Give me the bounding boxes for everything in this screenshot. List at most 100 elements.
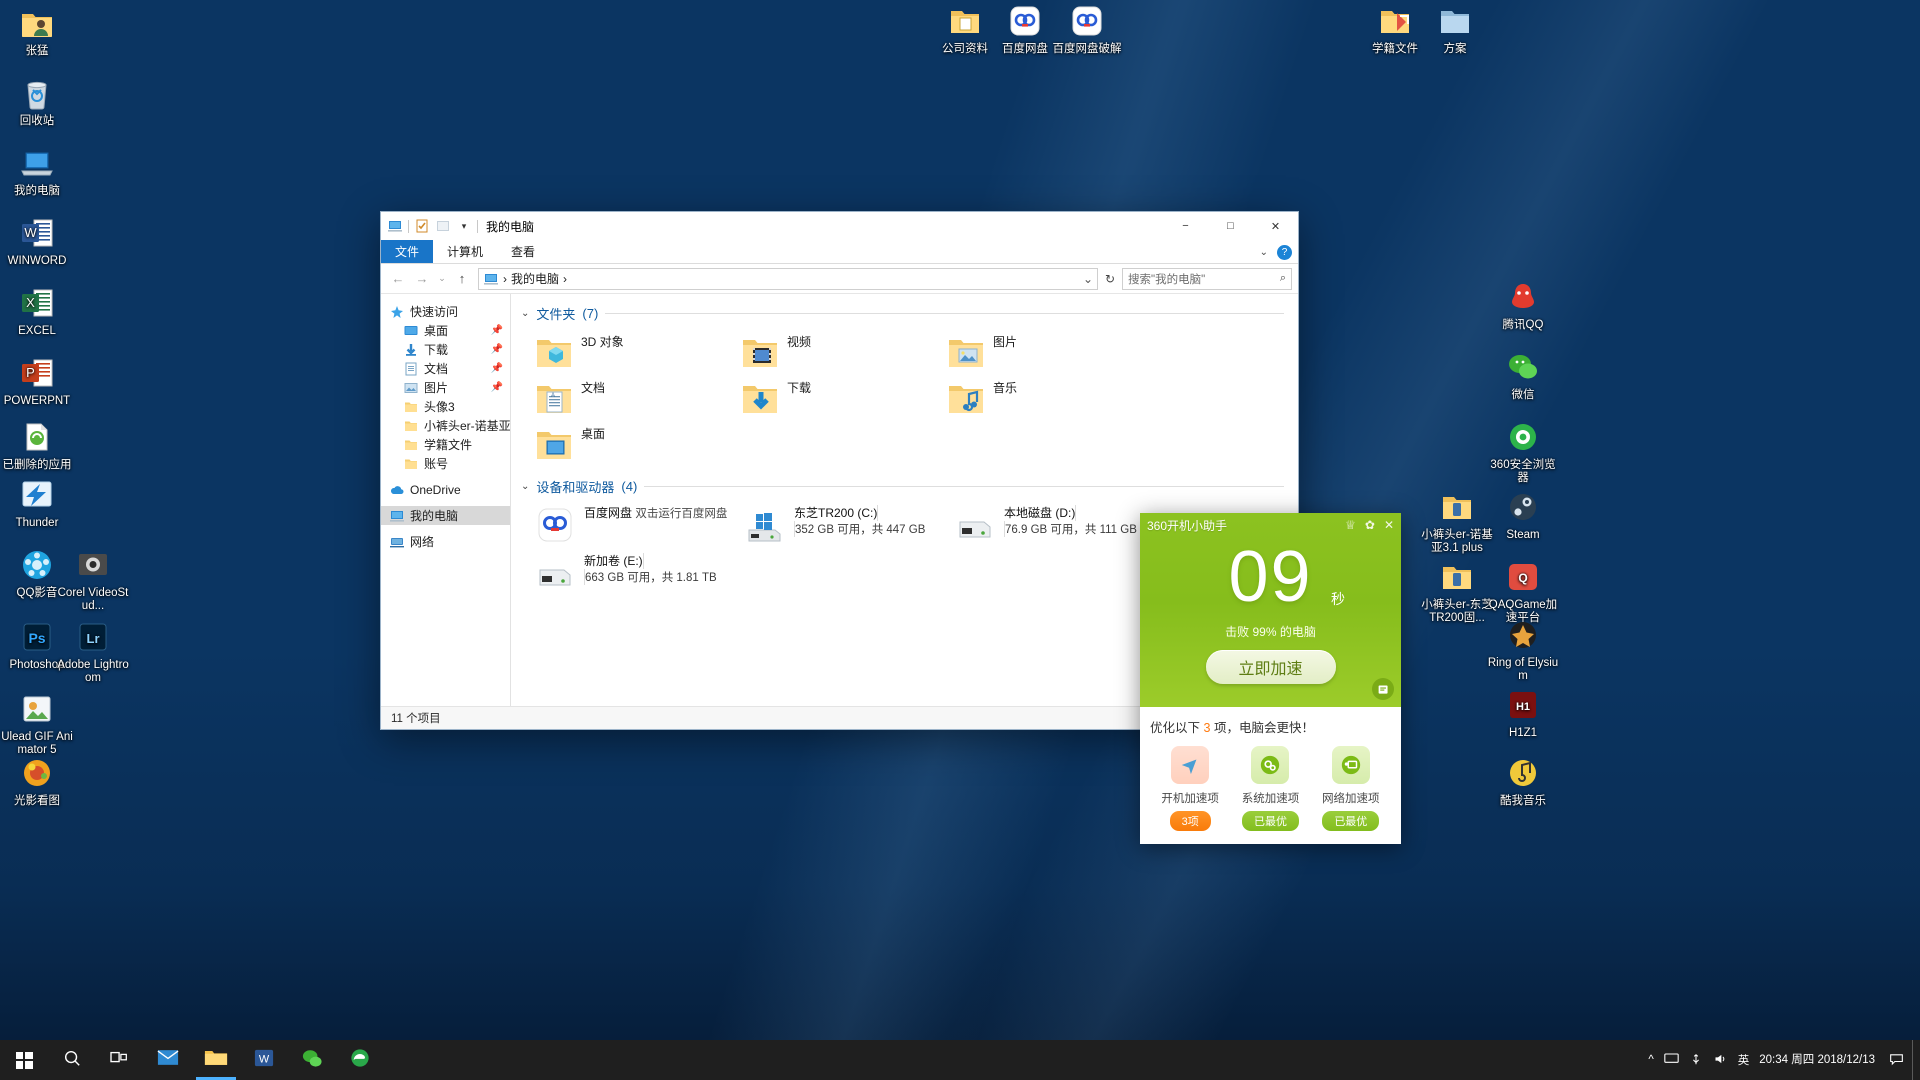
- sidebar-item-downloads[interactable]: 下载 📌: [381, 340, 510, 359]
- desktop-icon-qaq-game[interactable]: Q QAQGame加速平台: [1486, 560, 1560, 625]
- desktop-icon-nokia-folder[interactable]: 小裤头er-诺基亚3.1 plus: [1420, 490, 1494, 555]
- desktop-icon-plan[interactable]: 方案: [1418, 4, 1492, 56]
- back-button[interactable]: ←: [387, 268, 409, 290]
- folder-item-documents[interactable]: A 文档: [521, 375, 727, 421]
- forward-button[interactable]: →: [411, 268, 433, 290]
- 360-window-actions[interactable]: ♕ ✿ ✕: [1345, 518, 1394, 532]
- desktop-icon-ring-of-elysium[interactable]: Ring of Elysium: [1486, 618, 1560, 683]
- tab-computer[interactable]: 计算机: [433, 240, 497, 263]
- taskbar-wechat[interactable]: [288, 1040, 336, 1080]
- taskbar-word[interactable]: W: [240, 1040, 288, 1080]
- sidebar-item-student-records[interactable]: 学籍文件: [381, 435, 510, 454]
- usb-icon[interactable]: [1689, 1052, 1703, 1069]
- desktop-icon-steam[interactable]: Steam: [1486, 490, 1560, 542]
- tab-file[interactable]: 文件: [381, 240, 434, 263]
- ribbon-tabs[interactable]: 文件 计算机 查看 ⌄ ?: [381, 240, 1298, 264]
- sidebar-item-pictures[interactable]: 图片 📌: [381, 378, 510, 397]
- help-icon[interactable]: ?: [1277, 244, 1292, 260]
- folder-item-downloads[interactable]: 下载: [727, 375, 933, 421]
- recent-locations-button[interactable]: ⌄: [435, 268, 449, 290]
- pin-icon[interactable]: 📌: [491, 325, 503, 336]
- sidebar-item-onedrive[interactable]: OneDrive: [381, 480, 510, 499]
- trophy-icon[interactable]: ♕: [1345, 518, 1356, 532]
- up-button[interactable]: ↑: [451, 268, 473, 290]
- desktop-icon-h1z1[interactable]: H1 H1Z1: [1486, 688, 1560, 740]
- folder-item-3d-objects[interactable]: 3D 对象: [521, 329, 727, 375]
- breadcrumb-chevron-icon[interactable]: ›: [563, 272, 567, 286]
- pin-icon[interactable]: 📌: [491, 382, 503, 393]
- explorer-titlebar[interactable]: ▾ 我的电脑 − □ ✕: [381, 212, 1298, 240]
- folder-item-desktop[interactable]: 桌面: [521, 421, 727, 467]
- notification-icon[interactable]: [1889, 1052, 1904, 1069]
- close-button[interactable]: ✕: [1253, 212, 1298, 240]
- volume-icon[interactable]: [1713, 1052, 1728, 1069]
- breadcrumb-this-pc[interactable]: 我的电脑: [511, 270, 559, 287]
- pin-icon[interactable]: 📌: [491, 344, 503, 355]
- sidebar-item-avatar3[interactable]: 头像3: [381, 397, 510, 416]
- taskbar-mail[interactable]: [144, 1040, 192, 1080]
- window-controls[interactable]: − □ ✕: [1163, 212, 1298, 240]
- chevron-down-icon[interactable]: ⌄: [521, 308, 529, 319]
- quick-access-toolbar[interactable]: ▾: [387, 218, 478, 234]
- accelerate-button[interactable]: 立即加速: [1205, 650, 1336, 684]
- start-button[interactable]: [0, 1040, 48, 1080]
- folder-item-pictures[interactable]: 图片: [933, 329, 1139, 375]
- ime-indicator[interactable]: 英: [1738, 1052, 1750, 1068]
- task-view-button[interactable]: [96, 1040, 144, 1080]
- group-header-devices[interactable]: ⌄ 设备和驱动器 (4): [521, 477, 1298, 496]
- gear-icon[interactable]: ✿: [1365, 518, 1375, 532]
- desktop-icon-tencent-qq[interactable]: 腾讯QQ: [1486, 280, 1560, 332]
- chevron-down-icon[interactable]: ⌄: [1260, 247, 1268, 258]
- navigation-bar[interactable]: ← → ⌄ ↑ › 我的电脑 › ⌄ ↻ 搜索"我的电脑" ⌕: [381, 264, 1298, 294]
- taskbar-file-explorer[interactable]: [192, 1040, 240, 1080]
- desktop-icon-user-folder[interactable]: 张猛: [0, 6, 74, 58]
- search-input[interactable]: 搜索"我的电脑" ⌕: [1122, 267, 1292, 290]
- system-tray[interactable]: ^ 英 20:34 周四 2018/12/13: [1648, 1052, 1912, 1069]
- maximize-button[interactable]: □: [1208, 212, 1253, 240]
- desktop-icon-winword[interactable]: W WINWORD: [0, 216, 74, 268]
- folder-item-music[interactable]: 音乐: [933, 375, 1139, 421]
- desktop-icon-kuwo-music[interactable]: 酷我音乐: [1486, 756, 1560, 808]
- address-bar[interactable]: › 我的电脑 › ⌄: [478, 267, 1098, 290]
- close-icon[interactable]: ✕: [1384, 518, 1394, 532]
- pin-icon[interactable]: 📌: [491, 363, 503, 374]
- chevron-down-icon[interactable]: ⌄: [521, 481, 529, 492]
- desktop-icon-toshiba-folder[interactable]: 小裤头er-东芝TR200固...: [1420, 560, 1494, 625]
- desktop-icon-this-pc[interactable]: 我的电脑: [0, 146, 74, 198]
- note-icon[interactable]: [1372, 678, 1394, 700]
- 360-boot-assistant-window[interactable]: 360开机小助手 ♕ ✿ ✕ 09 秒 击败 99% 的电脑 立即加速 优化以下…: [1140, 513, 1401, 844]
- sidebar-item-this-pc[interactable]: 我的电脑: [381, 506, 510, 525]
- desktop-icon-ulead-gif[interactable]: Ulead GIF Animator 5: [0, 692, 74, 757]
- sidebar-item-account[interactable]: 账号: [381, 454, 510, 473]
- desktop-icon-wechat[interactable]: 微信: [1486, 350, 1560, 402]
- drive-item-e[interactable]: 新加卷 (E:) 663 GB 可用，共 1.81 TB: [521, 550, 731, 598]
- desktop-icon-excel[interactable]: X EXCEL: [0, 286, 74, 338]
- sidebar-item-network[interactable]: 网络: [381, 532, 510, 551]
- new-folder-icon[interactable]: [435, 218, 451, 234]
- drive-item-c[interactable]: 东芝TR200 (C:) 352 GB 可用，共 447 GB: [731, 502, 941, 550]
- desktop-icon-recycle-bin[interactable]: 回收站: [0, 76, 74, 128]
- 360-titlebar[interactable]: 360开机小助手 ♕ ✿ ✕: [1140, 513, 1401, 537]
- desktop-icon-baidu-netdisk-crack[interactable]: 百度网盘破解: [1050, 4, 1124, 56]
- refresh-button[interactable]: ↻: [1100, 268, 1120, 290]
- monitor-icon[interactable]: [1664, 1052, 1679, 1069]
- desktop-icon-powerpnt[interactable]: P POWERPNT: [0, 356, 74, 408]
- sidebar-item-quick-access[interactable]: 快速访问: [381, 302, 510, 321]
- desktop-icon-lightroom[interactable]: Lr Adobe Lightroom: [56, 620, 130, 685]
- sidebar-item-desktop[interactable]: 桌面 📌: [381, 321, 510, 340]
- ribbon-right-controls[interactable]: ⌄ ?: [1260, 240, 1292, 264]
- desktop-icon-thunder[interactable]: Thunder: [0, 478, 74, 530]
- group-header-folders[interactable]: ⌄ 文件夹 (7): [521, 304, 1298, 323]
- search-button[interactable]: [48, 1040, 96, 1080]
- tray-expand-button[interactable]: ^: [1648, 1054, 1653, 1066]
- taskbar-clock[interactable]: 20:34 周四 2018/12/13: [1759, 1053, 1879, 1067]
- drive-item-baidu-netdisk[interactable]: 百度网盘 双击运行百度网盘: [521, 502, 731, 550]
- desktop-icon-corel-videostudio[interactable]: Corel VideoStud...: [56, 548, 130, 613]
- folder-item-videos[interactable]: 视频: [727, 329, 933, 375]
- properties-icon[interactable]: [414, 218, 430, 234]
- optimize-option-system[interactable]: 系统加速项 已最优: [1235, 746, 1305, 831]
- drive-item-d[interactable]: 本地磁盘 (D:) 76.9 GB 可用，共 111 GB: [941, 502, 1151, 550]
- minimize-button[interactable]: −: [1163, 212, 1208, 240]
- tab-view[interactable]: 查看: [497, 240, 549, 263]
- taskbar-edge[interactable]: [336, 1040, 384, 1080]
